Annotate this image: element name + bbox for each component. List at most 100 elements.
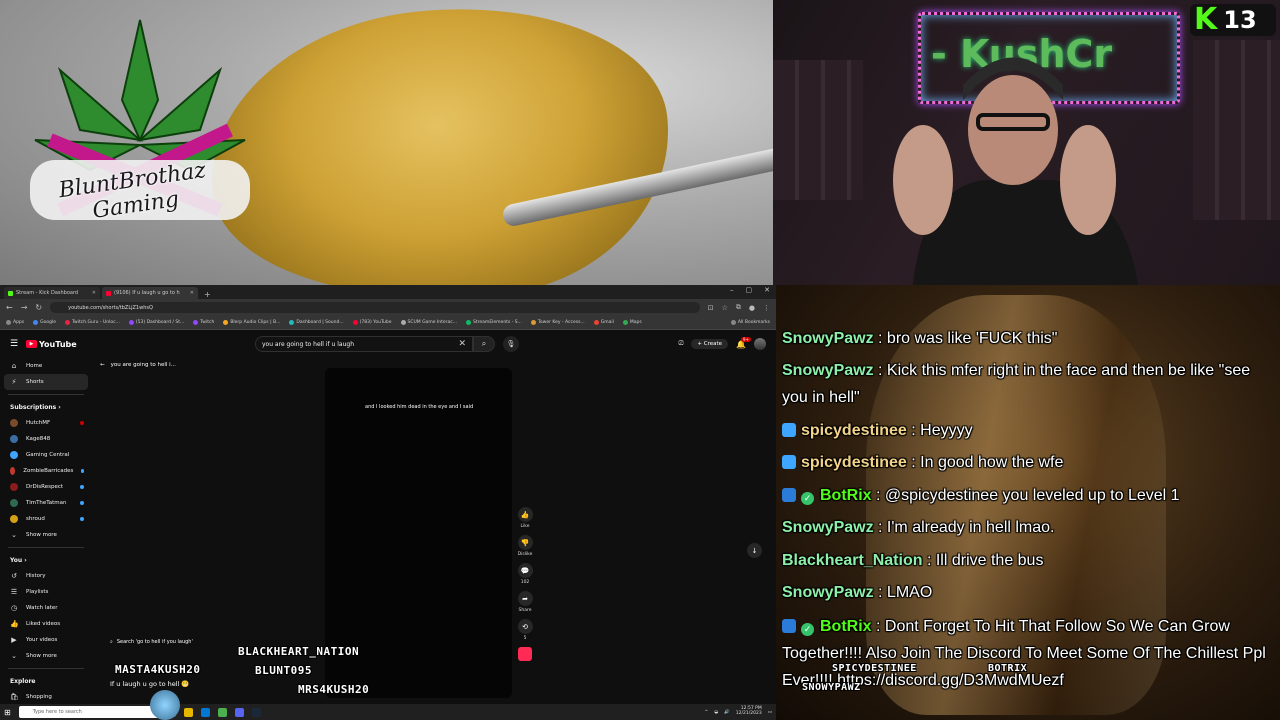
browser-tab-youtube[interactable]: (9106) If u laugh u go to h ✕ (102, 287, 198, 299)
create-button[interactable]: + Create (691, 339, 729, 349)
comments-action[interactable]: 💬 102 (517, 563, 533, 585)
short-back-header[interactable]: ← you are going to hell i... (100, 362, 176, 368)
bookmark-item[interactable]: StreamElements - S... (466, 320, 522, 325)
taskbar-search-input[interactable]: Type here to search (18, 706, 159, 718)
like-action[interactable]: 👍 Like (517, 507, 533, 529)
tray-chevron-icon[interactable]: ^ (704, 710, 708, 715)
chat-message: SnowyPawz : LMAO (782, 584, 933, 601)
sidebar-item-label: Shorts (26, 379, 44, 385)
bookmark-item[interactable]: Google (33, 320, 56, 325)
bookmark-item[interactable]: Twitch.Guru - Unloc... (65, 320, 120, 325)
url-input[interactable]: youtube.com/shorts/tbZLjZ1whsQ (50, 302, 700, 313)
youtube-logo[interactable]: ▶ YouTube (26, 340, 77, 349)
close-tab-icon[interactable]: ✕ (190, 290, 194, 296)
sound-thumbnail[interactable] (518, 647, 532, 661)
sidebar-item-your-videos[interactable]: ▶ Your videos (0, 632, 92, 648)
channel-avatar (10, 435, 18, 443)
bookmark-item[interactable]: Maps (622, 320, 642, 325)
clock[interactable]: 12:57 PM 12/21/2023 (736, 706, 762, 717)
bookmark-item[interactable]: Gmail (593, 320, 614, 325)
new-tab-button[interactable]: + (200, 290, 215, 299)
bookmark-item[interactable]: (783) YouTube (352, 320, 392, 325)
show-more-subscriptions[interactable]: ⌄ Show more (0, 527, 92, 543)
thumbs-down-icon[interactable]: 👎 (517, 535, 533, 550)
sidebar-item-shorts[interactable]: ⚡ Shorts (4, 374, 88, 390)
hamburger-menu-icon[interactable]: ☰ (10, 339, 26, 349)
short-header-title: you are going to hell i... (110, 362, 176, 368)
network-icon[interactable]: ◒ (714, 710, 718, 715)
sidebar-item-subscription[interactable]: TimTheTatman (0, 495, 92, 511)
you-heading[interactable]: You › (0, 552, 92, 568)
avatar[interactable] (754, 338, 766, 350)
comment-icon[interactable]: 💬 (517, 563, 533, 578)
bookmark-item[interactable]: Blerp Audio Clips | B... (223, 320, 280, 325)
file-explorer-icon[interactable] (183, 707, 193, 717)
maximize-button[interactable]: ▢ (746, 286, 753, 294)
related-search-chip[interactable]: ⌕ Search 'go to hell if you laugh' (110, 639, 193, 645)
install-icon[interactable]: ⊡ (708, 304, 714, 312)
close-tab-icon[interactable]: ✕ (92, 290, 96, 296)
bookmark-item[interactable]: (53) Dashboard / St... (128, 320, 184, 325)
close-window-button[interactable]: ✕ (764, 286, 770, 294)
sidebar-item-watch-later[interactable]: ◷ Watch later (0, 600, 92, 616)
sidebar-item-shopping[interactable]: 🛍 Shopping (0, 689, 92, 705)
edge-icon[interactable] (200, 707, 210, 717)
steam-icon[interactable] (251, 707, 261, 717)
windows-start-icon[interactable]: ⊞ (4, 708, 11, 717)
menu-kebab-icon[interactable]: ⋮ (763, 304, 770, 312)
profile-icon[interactable]: ● (749, 304, 755, 312)
sidebar-item-subscription[interactable]: ZombieBarricades (0, 463, 92, 479)
history-icon: ↺ (11, 572, 17, 580)
back-icon[interactable]: ← (6, 303, 13, 312)
cast-icon[interactable]: ⎚ (679, 340, 684, 348)
notifications-bell-icon[interactable]: 🔔 9+ (736, 336, 751, 349)
show-more-you[interactable]: ⌄ Show more (0, 648, 92, 664)
sidebar-item-subscription[interactable]: DrDisRespect (0, 479, 92, 495)
minimize-button[interactable]: – (730, 286, 734, 294)
sidebar-item-playlists[interactable]: ☰ Playlists (0, 584, 92, 600)
search-input[interactable]: you are going to hell if u laugh ✕ (255, 336, 473, 352)
share-icon[interactable]: ➦ (517, 591, 533, 606)
bookmark-label: Twitch.Guru - Unloc... (72, 320, 120, 325)
volume-icon[interactable]: 🔊 (724, 710, 730, 715)
divider (8, 547, 84, 548)
all-bookmarks[interactable]: All Bookmarks (730, 320, 770, 325)
discord-icon[interactable] (234, 707, 244, 717)
sidebar-item-subscription[interactable]: shroud (0, 511, 92, 527)
remix-icon[interactable]: ⟲ (517, 619, 533, 634)
sidebar-item-home[interactable]: ⌂ Home (0, 358, 92, 374)
sidebar-item-history[interactable]: ↺ History (0, 568, 92, 584)
sidebar-item-liked-videos[interactable]: 👍 Liked videos (0, 616, 92, 632)
bookmark-item[interactable]: Apps (6, 320, 24, 325)
reload-icon[interactable]: ↻ (35, 303, 42, 312)
share-action[interactable]: ➦ Share (517, 591, 533, 613)
extensions-icon[interactable]: ⧉ (736, 303, 741, 312)
thumbs-up-icon[interactable]: 👍 (517, 507, 533, 522)
channel-avatar (10, 467, 16, 475)
search-button[interactable]: ⌕ (473, 336, 495, 352)
chrome-icon[interactable] (217, 707, 227, 717)
bookmark-item[interactable]: Twitch (193, 320, 214, 325)
channel-name: ZombieBarricades (23, 468, 74, 474)
next-short-button[interactable]: ↓ (747, 543, 762, 558)
create-label: Create (703, 341, 723, 347)
voice-search-icon[interactable]: 🎙 (503, 336, 519, 352)
forward-icon[interactable]: → (21, 303, 28, 312)
clear-search-icon[interactable]: ✕ (458, 339, 466, 349)
bookmark-star-icon[interactable]: ☆ (722, 304, 728, 312)
browser-tab-kick[interactable]: Stream - Kick Dashboard ✕ (4, 287, 100, 299)
sidebar-item-subscription[interactable]: HutchMF (0, 415, 92, 431)
subscriptions-heading[interactable]: Subscriptions › (0, 399, 92, 415)
dislike-action[interactable]: 👎 Dislike (517, 535, 533, 557)
sidebar-item-label: Show more (26, 653, 57, 659)
bookmark-item[interactable]: SCUM Game Interac... (400, 320, 457, 325)
remix-action[interactable]: ⟲ 5 (517, 619, 533, 641)
chat-username: spicydestinee (801, 454, 907, 471)
sidebar-item-subscription[interactable]: Kage848 (0, 431, 92, 447)
bookmark-item[interactable]: Dashboard | Sound... (289, 320, 344, 325)
kick-favicon-icon (8, 290, 13, 296)
sidebar-item-subscription[interactable]: Gaming Central (0, 447, 92, 463)
back-arrow-icon[interactable]: ← (100, 362, 105, 368)
bookmark-item[interactable]: Tower Key - Access... (530, 320, 585, 325)
notifications-icon[interactable]: ▭ (768, 710, 772, 715)
